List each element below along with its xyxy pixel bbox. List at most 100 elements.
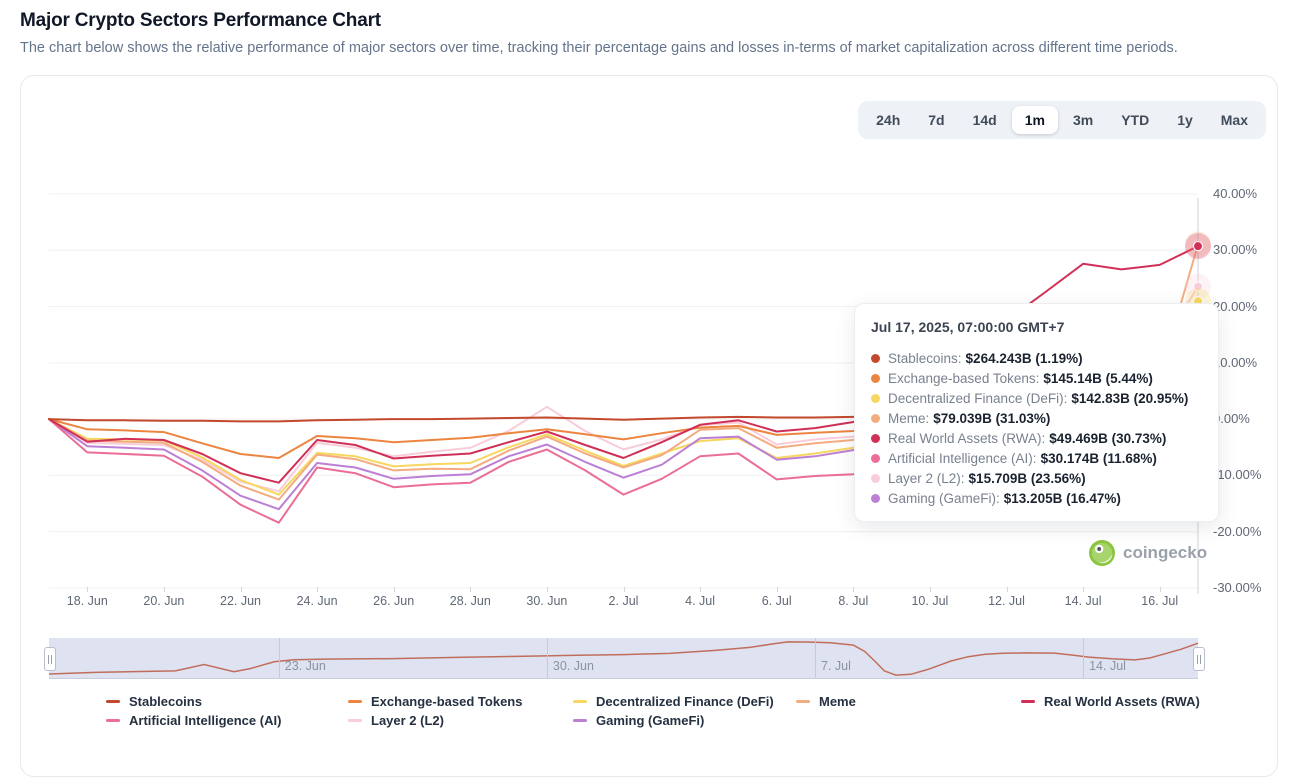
chart-card: 24h7d14d1m3mYTD1yMax 40.00% 30.00% 20.00% 1…: [20, 75, 1278, 777]
legend-dash-icon: [106, 719, 120, 722]
x-axis-tick: [930, 587, 931, 592]
y-axis-label: 40.00%: [1213, 186, 1277, 201]
legend-dash-icon: [348, 700, 362, 703]
range-button-1m[interactable]: 1m: [1012, 106, 1058, 134]
legend-item-meme[interactable]: Meme: [796, 693, 1021, 709]
x-axis-label: 28. Jun: [450, 594, 491, 608]
x-axis-label: 20. Jun: [143, 594, 184, 608]
page-title: Major Crypto Sectors Performance Chart: [20, 10, 1278, 32]
legend-dash-icon: [348, 719, 362, 722]
tooltip-series-dot: [871, 394, 880, 403]
tooltip-row: Decentralized Finance (DeFi): $142.83B (…: [871, 388, 1202, 408]
tooltip-series-name: Meme:: [888, 411, 929, 426]
x-axis-tick: [777, 587, 778, 592]
range-button-3m[interactable]: 3m: [1060, 106, 1106, 134]
x-axis-label: 24. Jun: [297, 594, 338, 608]
tooltip-series-dot: [871, 354, 880, 363]
tooltip-series-value: $30.174B (11.68%): [1041, 451, 1157, 466]
legend-dash-icon: [573, 700, 587, 703]
tooltip-series-value: $264.243B (1.19%): [966, 351, 1083, 366]
x-axis-label: 22. Jun: [220, 594, 261, 608]
tooltip-row: Layer 2 (L2): $15.709B (23.56%): [871, 468, 1202, 488]
tooltip-row: Real World Assets (RWA): $49.469B (30.73…: [871, 428, 1202, 448]
tooltip-series-value: $142.83B (20.95%): [1071, 391, 1188, 406]
coingecko-watermark: coingecko: [1089, 540, 1207, 566]
y-axis-label: 10.00%: [1213, 355, 1277, 370]
legend-label: Meme: [819, 694, 856, 709]
range-button-max[interactable]: Max: [1208, 106, 1261, 134]
legend-item-gamefi[interactable]: Gaming (GameFi): [573, 712, 796, 728]
y-axis-label: 30.00%: [1213, 242, 1277, 257]
x-axis-tick: [1160, 587, 1161, 592]
coingecko-logo-icon: [1089, 540, 1115, 566]
legend-dash-icon: [796, 700, 810, 703]
legend-item-defi[interactable]: Decentralized Finance (DeFi): [573, 693, 796, 709]
range-button-1y[interactable]: 1y: [1164, 106, 1206, 134]
tooltip-row: Gaming (GameFi): $13.205B (16.47%): [871, 488, 1202, 508]
x-axis-tick: [394, 587, 395, 592]
tooltip-series-value: $145.14B (5.44%): [1043, 371, 1153, 386]
x-axis-label: 30. Jun: [526, 594, 567, 608]
x-axis-label: 10. Jul: [911, 594, 948, 608]
navigator-right-handle[interactable]: [1193, 647, 1205, 671]
legend-label: Decentralized Finance (DeFi): [596, 694, 774, 709]
navigator-gridline: [815, 638, 816, 678]
tooltip-series-name: Artificial Intelligence (AI):: [888, 451, 1037, 466]
y-axis-label: -30.00%: [1213, 580, 1277, 595]
coingecko-watermark-label: coingecko: [1123, 543, 1207, 563]
navigator-mini-chart: [49, 638, 1198, 678]
legend-label: Layer 2 (L2): [371, 713, 444, 728]
chart-legend: Stablecoins Exchange-based Tokens Decentra…: [106, 693, 1200, 728]
range-button-14d[interactable]: 14d: [960, 106, 1010, 134]
legend-dash-icon: [1021, 700, 1035, 703]
navigator-series-line: [49, 642, 1198, 675]
x-axis-tick: [164, 587, 165, 592]
legend-dash-icon: [573, 719, 587, 722]
x-axis-label: 12. Jul: [988, 594, 1025, 608]
x-axis-label: 8. Jul: [838, 594, 868, 608]
legend-label: Real World Assets (RWA): [1044, 694, 1200, 709]
legend-item-exchange-based-tokens[interactable]: Exchange-based Tokens: [348, 693, 573, 709]
tooltip-series-name: Exchange-based Tokens:: [888, 371, 1039, 386]
tooltip-series-dot: [871, 474, 880, 483]
navigator-date-label: 14. Jul: [1089, 659, 1126, 673]
marker-dot-rwa: [1194, 242, 1203, 251]
legend-label: Artificial Intelligence (AI): [129, 713, 281, 728]
page-header: Major Crypto Sectors Performance Chart T…: [0, 0, 1298, 56]
tooltip-row: Artificial Intelligence (AI): $30.174B (…: [871, 448, 1202, 468]
x-axis-label: 14. Jul: [1065, 594, 1102, 608]
tooltip-row: Meme: $79.039B (31.03%): [871, 408, 1202, 428]
legend-item-stablecoins[interactable]: Stablecoins: [106, 693, 348, 709]
tooltip-series-name: Real World Assets (RWA):: [888, 431, 1045, 446]
legend-label: Gaming (GameFi): [596, 713, 704, 728]
x-axis-tick: [317, 587, 318, 592]
legend-item-rwa[interactable]: Real World Assets (RWA): [1021, 693, 1200, 709]
tooltip-date: Jul 17, 2025, 07:00:00 GMT+7: [871, 319, 1202, 335]
chart-tooltip: Jul 17, 2025, 07:00:00 GMT+7 Stablecoins…: [854, 303, 1219, 522]
navigator-date-label: 23. Jun: [285, 659, 326, 673]
navigator-left-handle[interactable]: [44, 647, 56, 671]
x-axis-tick: [624, 587, 625, 592]
tooltip-series-dot: [871, 494, 880, 503]
tooltip-series-dot: [871, 434, 880, 443]
page-subtitle: The chart below shows the relative perfo…: [20, 40, 1278, 56]
navigator-gridline: [1083, 638, 1084, 678]
legend-dash-icon: [106, 700, 120, 703]
y-axis-label: 0.00%: [1213, 411, 1277, 426]
legend-item-ai[interactable]: Artificial Intelligence (AI): [106, 712, 348, 728]
y-axis-label: 20.00%: [1213, 299, 1277, 314]
range-button-ytd[interactable]: YTD: [1108, 106, 1162, 134]
x-axis-label: 16. Jul: [1141, 594, 1178, 608]
legend-label: Exchange-based Tokens: [371, 694, 522, 709]
legend-item-l2[interactable]: Layer 2 (L2): [348, 712, 573, 728]
range-button-7d[interactable]: 7d: [915, 106, 957, 134]
tooltip-series-value: $49.469B (30.73%): [1049, 431, 1166, 446]
range-button-24h[interactable]: 24h: [863, 106, 913, 134]
x-axis-label: 4. Jul: [685, 594, 715, 608]
tooltip-series-value: $15.709B (23.56%): [969, 471, 1086, 486]
navigator-gridline: [547, 638, 548, 678]
tooltip-series-value: $79.039B (31.03%): [933, 411, 1050, 426]
chart-navigator[interactable]: 23. Jun30. Jun7. Jul14. Jul: [49, 638, 1198, 679]
navigator-date-label: 7. Jul: [821, 659, 851, 673]
x-axis-label: 6. Jul: [762, 594, 792, 608]
